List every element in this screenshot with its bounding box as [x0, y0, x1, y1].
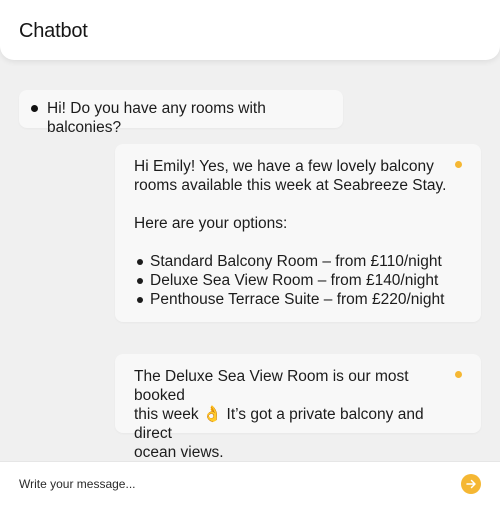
- room-options-list: Standard Balcony Room – from £110/night …: [134, 252, 461, 309]
- options-heading: Here are your options:: [134, 215, 288, 232]
- bullet-icon: [137, 259, 143, 265]
- send-button[interactable]: [461, 474, 481, 494]
- bot-message-line: Hi Emily! Yes, we have a few lovely balc…: [134, 158, 434, 175]
- user-message-text: Hi! Do you have any rooms with balconies…: [47, 100, 266, 136]
- bot-message: Hi Emily! Yes, we have a few lovely balc…: [115, 144, 481, 322]
- chat-header: Chatbot: [0, 0, 500, 60]
- room-option-label: Penthouse Terrace Suite – from £220/nigh…: [150, 291, 445, 308]
- arrow-right-icon: [466, 479, 476, 489]
- message-input[interactable]: [19, 477, 461, 491]
- bot-message-line: ocean views.: [134, 444, 224, 461]
- list-item: Deluxe Sea View Room – from £140/night: [134, 271, 461, 290]
- room-option-label: Deluxe Sea View Room – from £140/night: [150, 272, 439, 289]
- bullet-icon: [137, 278, 143, 284]
- message-composer: [0, 461, 500, 506]
- bot-indicator-dot-icon: [455, 371, 462, 378]
- bot-message-line: rooms available this week at Seabreeze S…: [134, 177, 447, 194]
- bot-indicator-dot-icon: [455, 161, 462, 168]
- bot-message: The Deluxe Sea View Room is our most boo…: [115, 354, 481, 461]
- user-dot-icon: [31, 105, 38, 112]
- list-item: Penthouse Terrace Suite – from £220/nigh…: [134, 290, 461, 309]
- page-title: Chatbot: [19, 20, 88, 42]
- bot-message-line: The Deluxe Sea View Room is our most boo…: [134, 368, 409, 404]
- room-option-label: Standard Balcony Room – from £110/night: [150, 253, 442, 270]
- list-item: Standard Balcony Room – from £110/night: [134, 252, 461, 271]
- bot-message-line: this week 👌 It’s got a private balcony a…: [134, 406, 424, 442]
- user-message: Hi! Do you have any rooms with balconies…: [19, 90, 343, 136]
- bullet-icon: [137, 297, 143, 303]
